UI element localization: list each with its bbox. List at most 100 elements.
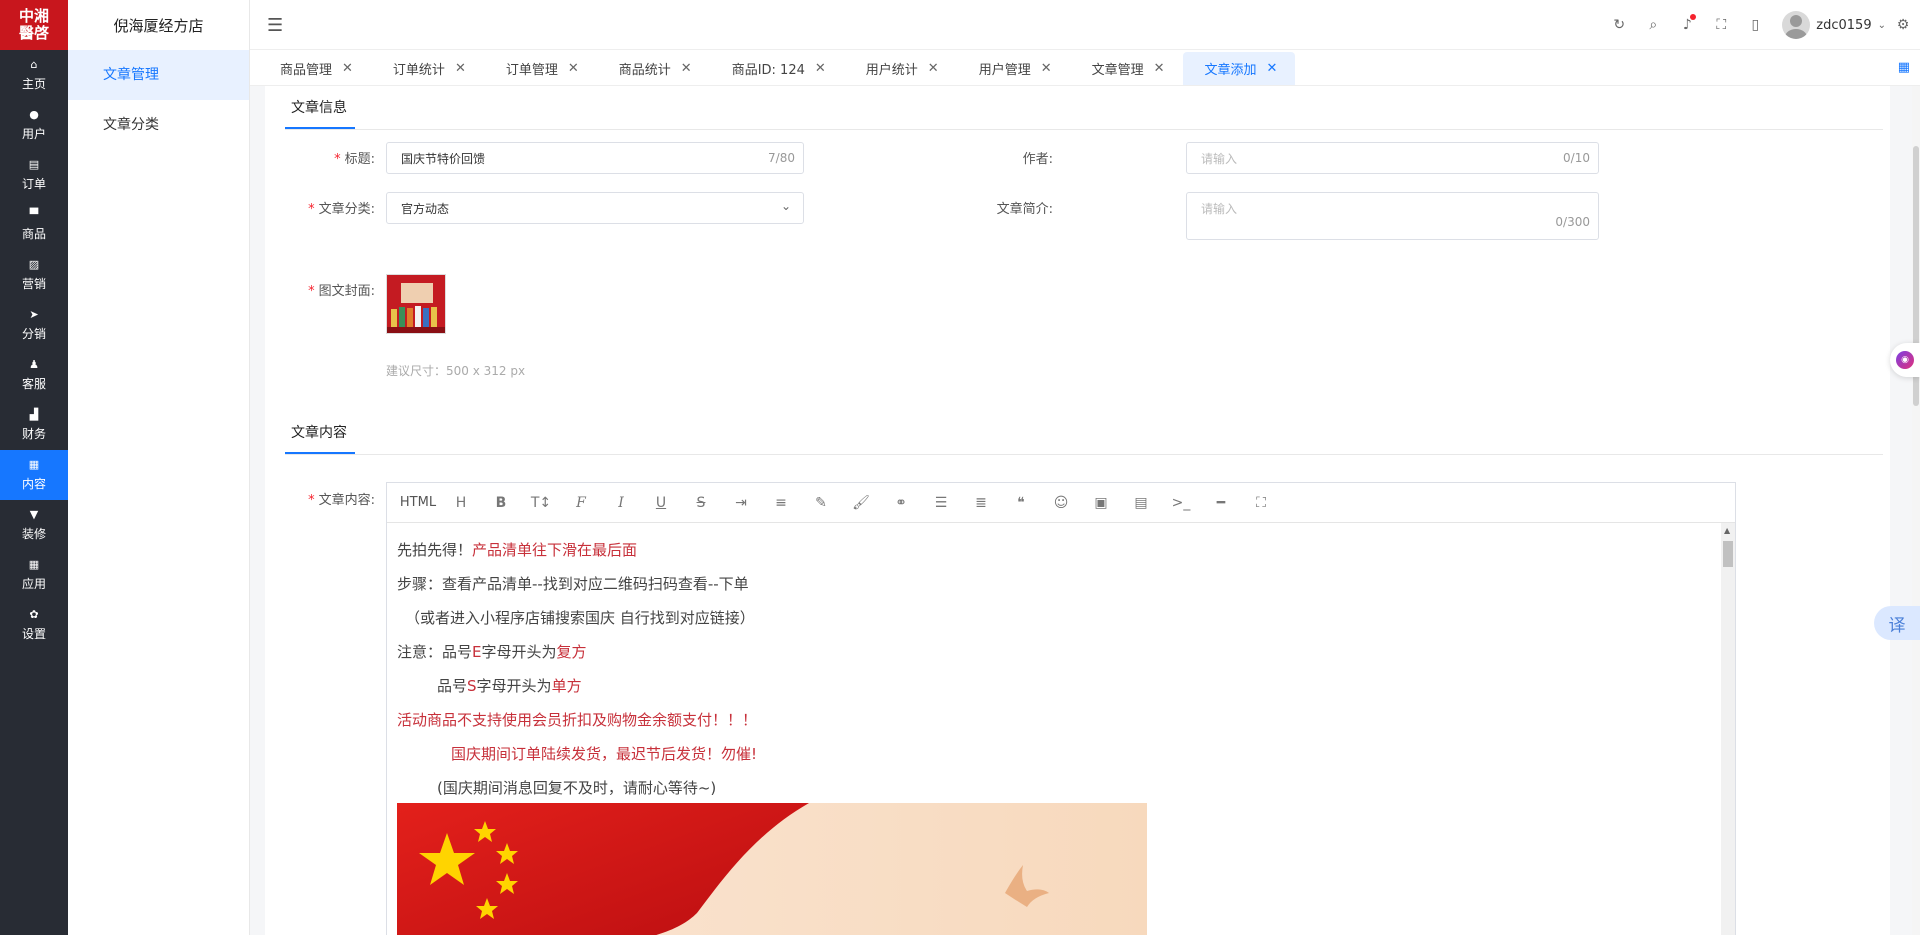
background-color-icon[interactable]: 🖌	[841, 495, 881, 511]
home-icon: ⌂	[30, 58, 38, 71]
author-input[interactable]: 请输入 0/10	[1186, 142, 1599, 174]
close-icon[interactable]: ✕	[928, 61, 939, 76]
code-icon[interactable]: >_	[1161, 495, 1201, 511]
tab-label: 商品统计	[618, 63, 671, 78]
rail-item-user[interactable]: ● 用户	[0, 100, 68, 150]
rail-item-finance[interactable]: ▟ 财务	[0, 400, 68, 450]
national-day-banner-image[interactable]	[397, 803, 1147, 935]
rail-item-label: 设置	[21, 627, 46, 641]
close-icon[interactable]: ✕	[1041, 61, 1052, 76]
rail-item-decorate[interactable]: ▼ 装修	[0, 500, 68, 550]
close-icon[interactable]: ✕	[681, 61, 692, 76]
text-color-icon[interactable]: ✎	[801, 495, 841, 511]
underline-icon[interactable]: U	[641, 495, 681, 511]
content-label: * 文章内容:	[308, 493, 375, 508]
font-family-icon[interactable]: F	[561, 495, 601, 511]
tab-item[interactable]: 商品统计 ✕	[597, 52, 710, 85]
section-title-info: 文章信息	[285, 97, 355, 129]
notification-dot	[1690, 14, 1697, 20]
font-size-icon[interactable]: T↕	[521, 495, 561, 511]
rail-item-marketing[interactable]: ▨ 营销	[0, 250, 68, 300]
close-icon[interactable]: ✕	[1267, 61, 1278, 76]
mobile-preview-icon[interactable]: ▯	[1738, 17, 1772, 33]
video-icon[interactable]: ▤	[1121, 495, 1161, 511]
fullscreen-icon[interactable]: ⛶	[1704, 17, 1738, 33]
rail-item-distribution[interactable]: ➤ 分销	[0, 300, 68, 350]
scroll-up-icon[interactable]: ▲	[1724, 526, 1730, 535]
summary-textarea[interactable]: 请输入 0/300	[1186, 192, 1599, 240]
content-icon: ▦	[28, 458, 40, 471]
divider-icon[interactable]: ━	[1201, 495, 1241, 511]
close-icon[interactable]: ✕	[1154, 61, 1165, 76]
refresh-icon[interactable]: ↻	[1602, 17, 1636, 33]
author-char-count: 0/10	[1563, 151, 1590, 165]
align-icon[interactable]: ≣	[961, 495, 1001, 511]
close-icon[interactable]: ✕	[568, 61, 579, 76]
rail-item-product[interactable]: ▀ 商品	[0, 200, 68, 250]
title-char-count: 7/80	[768, 151, 795, 165]
list-icon[interactable]: ☰	[921, 495, 961, 511]
service-icon: ♟	[29, 358, 39, 371]
rail-item-order[interactable]: ▤ 订单	[0, 150, 68, 200]
rail-item-home[interactable]: ⌂ 主页	[0, 50, 68, 100]
close-icon[interactable]: ✕	[342, 61, 353, 76]
cover-image[interactable]	[386, 274, 446, 334]
user-avatar[interactable]	[1782, 11, 1811, 39]
sub-nav-item-article-manage[interactable]: 文章管理	[68, 50, 249, 100]
settings-icon: ✿	[29, 608, 39, 621]
menu-toggle-icon[interactable]: ☰	[267, 15, 283, 36]
indent-icon[interactable]: ⇥	[721, 495, 761, 511]
quote-icon[interactable]: ❝	[1001, 495, 1041, 511]
tab-item[interactable]: 商品管理 ✕	[258, 52, 371, 85]
link-icon[interactable]: ⚭	[881, 495, 921, 511]
chevron-down-icon[interactable]: ⌄	[1878, 20, 1886, 31]
tabs-menu-icon[interactable]: ▦	[1898, 60, 1910, 75]
strikethrough-icon[interactable]: S	[681, 495, 721, 511]
ai-assistant-button[interactable]: ◉	[1890, 343, 1920, 377]
editor-content[interactable]: 先拍先得！产品清单往下滑在最后面 步骤：查看产品清单--找到对应二维码扫码查看-…	[397, 533, 1717, 805]
section-title-content: 文章内容	[285, 422, 355, 454]
rail-item-apps[interactable]: ▦ 应用	[0, 550, 68, 600]
editor-toolbar: HTML H B T↕ F I U S ⇥ ≡ ✎ 🖌 ⚭ ☰ ≣ ❝ ☺ ▣ …	[387, 483, 1735, 523]
tab-item[interactable]: 文章管理 ✕	[1070, 52, 1183, 85]
html-mode-button[interactable]: HTML	[395, 495, 441, 510]
bell-icon[interactable]: ♪	[1670, 14, 1704, 33]
content-line: 国庆期间订单陆续发货，最迟节后发货！勿催!	[451, 745, 758, 763]
tab-item[interactable]: 用户统计 ✕	[844, 52, 957, 85]
heading-icon[interactable]: H	[441, 495, 481, 511]
tab-item[interactable]: 用户管理 ✕	[957, 52, 1070, 85]
line-height-icon[interactable]: ≡	[761, 495, 801, 511]
bold-icon[interactable]: B	[481, 495, 521, 511]
sub-nav-item-article-category[interactable]: 文章分类	[68, 100, 249, 150]
rich-text-editor[interactable]: HTML H B T↕ F I U S ⇥ ≡ ✎ 🖌 ⚭ ☰ ≣ ❝ ☺ ▣ …	[386, 482, 1736, 935]
editor-fullscreen-icon[interactable]: ⛶	[1241, 495, 1281, 511]
image-icon[interactable]: ▣	[1081, 495, 1121, 511]
italic-icon[interactable]: I	[601, 495, 641, 511]
translate-button[interactable]: 译	[1874, 606, 1920, 640]
category-select[interactable]: 官方动态 ⌄	[386, 192, 804, 224]
rail-item-content[interactable]: ▦ 内容	[0, 450, 68, 500]
title-label: * 标题:	[334, 152, 375, 167]
sub-nav: 倪海厦经方店 文章管理 文章分类	[68, 0, 250, 935]
page-scrollbar[interactable]	[1912, 86, 1920, 935]
divider	[285, 454, 1883, 455]
editor-scroll-thumb[interactable]	[1723, 541, 1733, 567]
search-icon[interactable]: ⌕	[1636, 17, 1670, 33]
finance-icon: ▟	[29, 408, 39, 421]
tab-item[interactable]: 商品ID: 124 ✕	[710, 52, 844, 85]
username[interactable]: zdc0159	[1816, 18, 1871, 33]
rail-item-settings[interactable]: ✿ 设置	[0, 600, 68, 650]
decorate-icon: ▼	[29, 508, 39, 521]
brand-logo[interactable]: 中湘 醫啓	[0, 0, 68, 50]
rail-item-service[interactable]: ♟ 客服	[0, 350, 68, 400]
tab-item[interactable]: 订单管理 ✕	[484, 52, 597, 85]
emoji-icon[interactable]: ☺	[1041, 495, 1081, 511]
close-icon[interactable]: ✕	[455, 61, 466, 76]
close-icon[interactable]: ✕	[815, 61, 826, 76]
gear-icon[interactable]: ⚙	[1886, 17, 1920, 33]
tab-item[interactable]: 文章添加 ✕	[1182, 52, 1296, 85]
tab-item[interactable]: 订单统计 ✕	[371, 52, 484, 85]
editor-scrollbar[interactable]: ▲	[1721, 523, 1735, 935]
article-edit-form: 文章信息 * 标题: 国庆节特价回馈 7/80 作者: 请输入 0/10 * 文章分…	[265, 86, 1890, 935]
title-input[interactable]: 国庆节特价回馈 7/80	[386, 142, 804, 174]
